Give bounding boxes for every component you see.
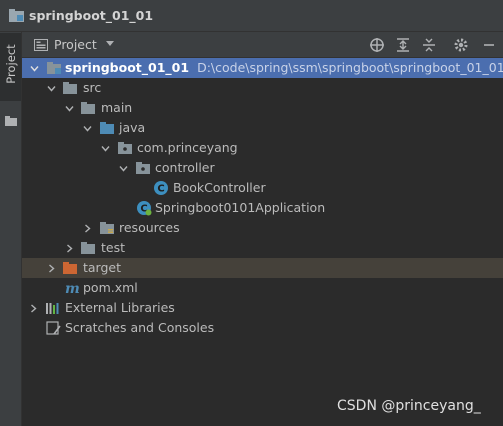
excluded-folder-icon — [63, 262, 77, 274]
chevron-down-icon[interactable] — [47, 84, 56, 93]
project-folder-icon — [9, 9, 24, 22]
class-icon: C — [154, 181, 168, 195]
tree-row-book-controller[interactable]: C BookController — [22, 178, 503, 198]
resources-folder-icon — [100, 222, 114, 234]
chevron-down-icon[interactable] — [83, 124, 92, 133]
window-title: springboot_01_01 — [29, 8, 154, 23]
project-view-icon — [34, 39, 48, 51]
folder-icon — [81, 242, 95, 254]
svg-text:m: m — [65, 281, 80, 295]
libraries-icon — [46, 303, 59, 314]
chevron-right-icon[interactable] — [65, 244, 74, 253]
folder-icon — [81, 102, 95, 114]
tree-row-target[interactable]: target — [22, 258, 503, 278]
root-module-name: springboot_01_01 — [65, 60, 190, 75]
tree-row-test[interactable]: test — [22, 238, 503, 258]
collapse-all-icon[interactable] — [421, 37, 437, 53]
tree-label-application: Springboot0101Application — [155, 200, 326, 215]
tree-label-resources: resources — [119, 220, 180, 235]
tree-row-src[interactable]: src — [22, 78, 503, 98]
source-folder-icon — [100, 122, 114, 134]
tree-label-java: java — [119, 120, 146, 135]
package-icon — [118, 142, 132, 154]
maven-icon: m — [65, 281, 80, 295]
gear-icon[interactable] — [453, 37, 469, 53]
title-bar: springboot_01_01 — [0, 0, 503, 32]
chevron-down-icon[interactable] — [105, 40, 115, 48]
expand-all-icon[interactable] — [395, 37, 411, 53]
project-tree: springboot_01_01 D:\code\spring\ssm\sprin… — [22, 58, 503, 426]
tree-label-target: target — [83, 260, 122, 275]
root-module-path: D:\code\spring\ssm\springboot\springboot… — [197, 60, 503, 75]
tree-row-pom[interactable]: m pom.xml — [22, 278, 503, 298]
chevron-down-icon[interactable] — [119, 164, 128, 173]
minimize-icon[interactable] — [481, 37, 497, 53]
tree-row-root[interactable]: springboot_01_01 D:\code\spring\ssm\sprin… — [22, 58, 503, 78]
tree-label-main: main — [101, 100, 133, 115]
spring-boot-class-icon: C — [137, 201, 152, 216]
tree-label-book-controller: BookController — [173, 180, 266, 195]
tree-label-external-libraries: External Libraries — [65, 300, 175, 315]
tree-row-java[interactable]: java — [22, 118, 503, 138]
folder-icon — [63, 82, 77, 94]
chevron-down-icon[interactable] — [101, 144, 110, 153]
module-folder-icon — [47, 62, 61, 74]
tree-row-resources[interactable]: resources — [22, 218, 503, 238]
chevron-down-icon[interactable] — [65, 104, 74, 113]
tree-row-application[interactable]: C Springboot0101Application — [22, 198, 503, 218]
tree-row-controller[interactable]: controller — [22, 158, 503, 178]
tree-label-controller: controller — [155, 160, 215, 175]
chevron-right-icon[interactable] — [47, 264, 56, 273]
chevron-down-icon[interactable] — [30, 64, 39, 73]
folder-icon — [5, 116, 17, 126]
crosshair-icon[interactable] — [369, 37, 385, 53]
scratches-icon — [46, 321, 61, 335]
package-icon — [136, 162, 150, 174]
chevron-right-icon[interactable] — [83, 224, 92, 233]
tree-row-main[interactable]: main — [22, 98, 503, 118]
view-selector-label[interactable]: Project — [54, 37, 97, 52]
svg-text:C: C — [157, 184, 164, 195]
tree-label-scratches: Scratches and Consoles — [65, 320, 215, 335]
tree-row-scratches[interactable]: Scratches and Consoles — [22, 318, 503, 338]
project-tool-tab[interactable]: Project — [0, 33, 21, 126]
tree-label-pom: pom.xml — [83, 280, 138, 295]
watermark: CSDN @princeyang_ — [337, 398, 481, 414]
tree-label-package: com.princeyang — [137, 140, 238, 155]
tree-label-test: test — [101, 240, 126, 255]
tool-window-header: Project — [22, 32, 503, 58]
chevron-right-icon[interactable] — [29, 304, 38, 313]
project-tab-label: Project — [4, 44, 18, 84]
tree-row-external-libraries[interactable]: External Libraries — [22, 298, 503, 318]
tree-label-src: src — [83, 80, 102, 95]
tree-row-package[interactable]: com.princeyang — [22, 138, 503, 158]
